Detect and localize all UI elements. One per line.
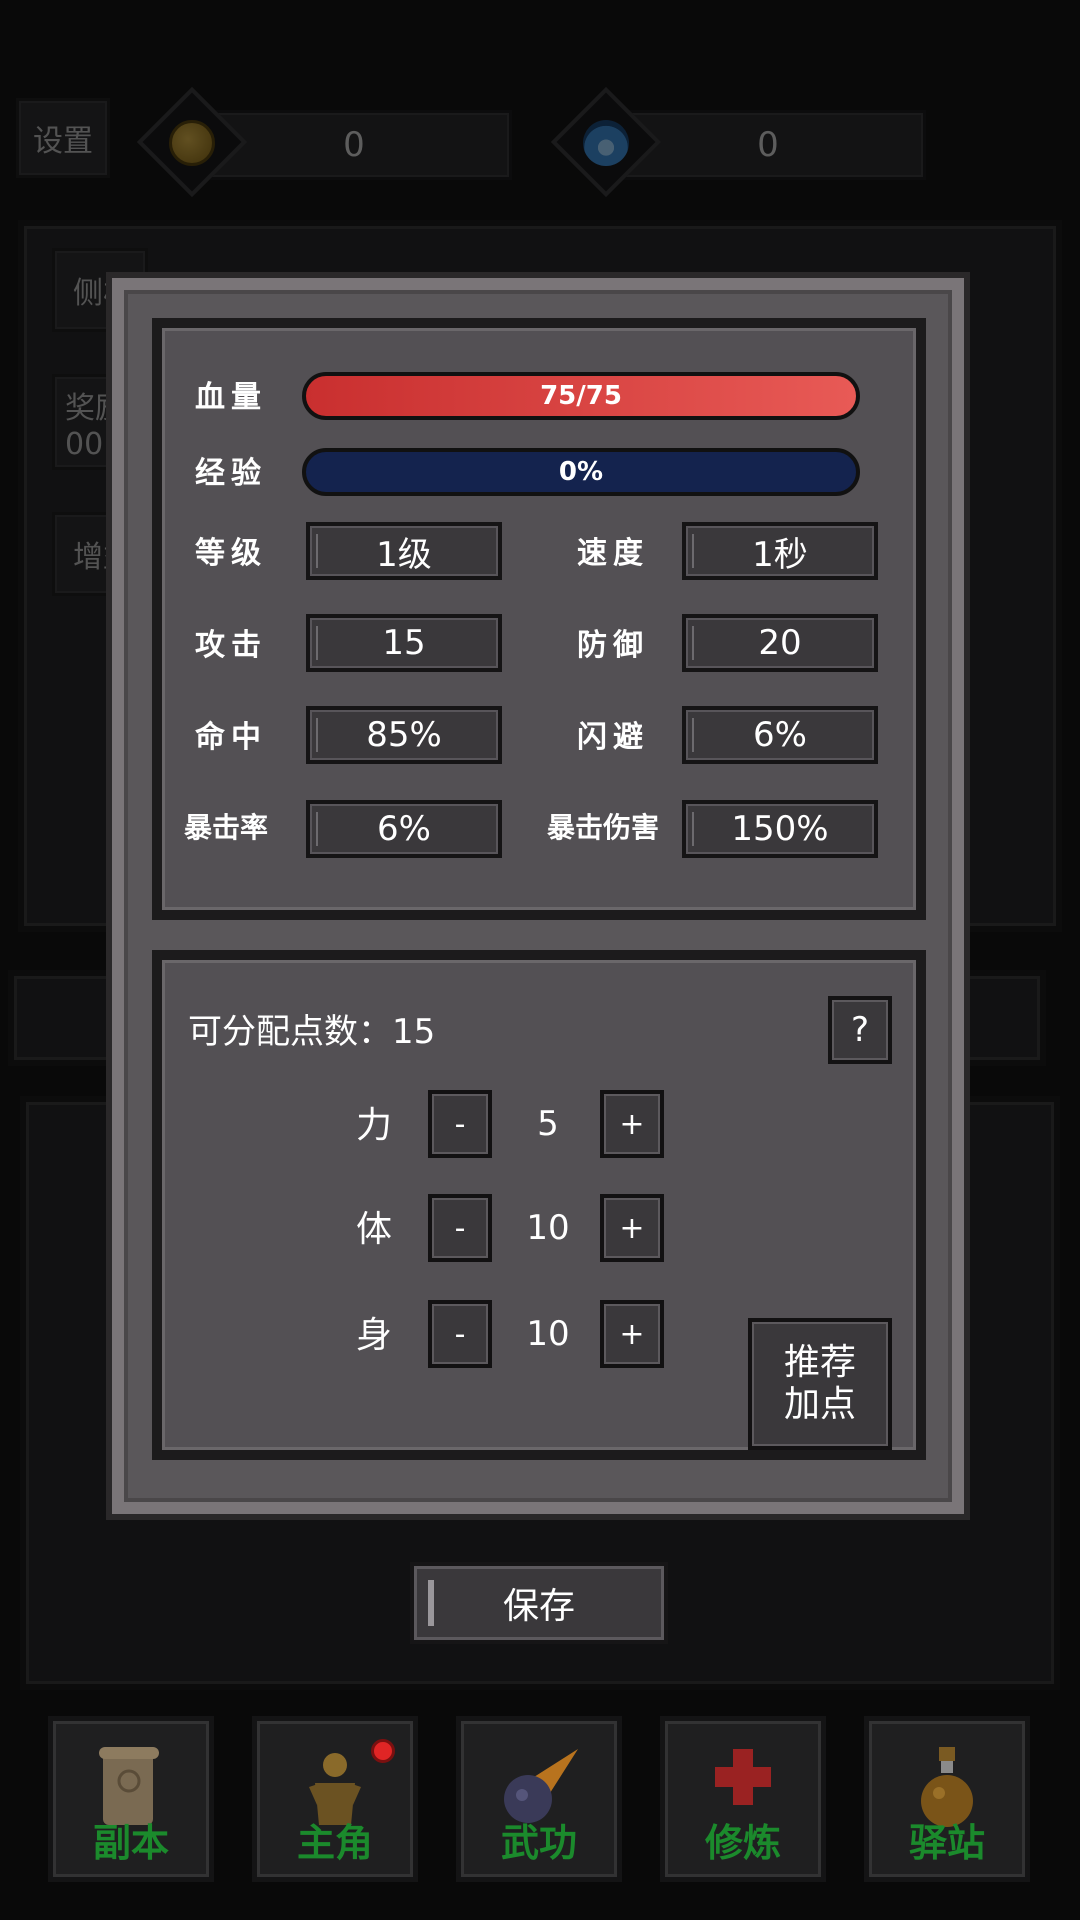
recommend-line-1: 推荐 — [783, 1342, 856, 1383]
save-button[interactable]: 保存 — [410, 1562, 668, 1644]
attack-value: 15 — [306, 614, 502, 672]
notification-badge — [371, 1739, 395, 1763]
recommend-line-2: 加点 — [783, 1384, 856, 1425]
strength-minus-button[interactable]: - — [428, 1090, 492, 1158]
hit-label: 命中 — [195, 720, 267, 755]
body-value: 10 — [526, 1208, 570, 1248]
nav-dungeon-label: 副本 — [92, 1821, 169, 1865]
nav-hero-label: 主角 — [296, 1821, 373, 1865]
level-label: 等级 — [195, 536, 267, 571]
attribute-allocation-panel: 可分配点数：15 ? 力 - 5 + 体 - 10 + 身 - 10 + 推荐 … — [152, 950, 926, 1460]
exp-label: 经验 — [195, 456, 267, 491]
nav-cultivation[interactable]: 修炼 — [660, 1716, 826, 1882]
coin-value: 0 — [343, 125, 365, 165]
agility-plus-button[interactable]: + — [600, 1300, 664, 1368]
nav-hero[interactable]: 主角 — [252, 1716, 418, 1882]
stats-panel: 血量 75/75 经验 0% 等级 1级 速度 1秒 攻击 15 防御 20 命… — [152, 318, 926, 920]
character-stats-dialog: 血量 75/75 经验 0% 等级 1级 速度 1秒 攻击 15 防御 20 命… — [112, 278, 964, 1514]
nav-martial-arts[interactable]: 武功 — [456, 1716, 622, 1882]
nav-post-station-label: 驿站 — [908, 1821, 985, 1865]
available-points: 可分配点数：15 — [188, 1012, 436, 1052]
spirit-flame-icon — [583, 120, 629, 166]
hp-bar: 75/75 — [302, 372, 860, 420]
nav-dungeon[interactable]: 副本 — [48, 1716, 214, 1882]
crit-rate-label: 暴击率 — [183, 811, 268, 844]
settings-button[interactable]: 设置 — [16, 98, 110, 178]
nav-martial-arts-label: 武功 — [500, 1821, 577, 1865]
speed-label: 速度 — [577, 536, 649, 571]
level-value: 1级 — [306, 522, 502, 580]
attr-strength-label: 力 — [356, 1105, 393, 1146]
body-minus-button[interactable]: - — [428, 1194, 492, 1262]
recommend-allocation-button[interactable]: 推荐 加点 — [748, 1318, 892, 1450]
game-screen: 设置 0 0 侧栏 奖励 00:0 增益 血量 75/75 经验 0% 等级 1… — [0, 0, 1080, 1920]
agility-value: 10 — [526, 1314, 570, 1354]
hp-value: 75/75 — [540, 381, 622, 411]
nav-post-station[interactable]: 驿站 — [864, 1716, 1030, 1882]
hit-value: 85% — [306, 706, 502, 764]
spirit-value: 0 — [757, 125, 779, 165]
nav-cultivation-label: 修炼 — [704, 1821, 781, 1865]
save-label: 保存 — [502, 1586, 575, 1627]
defense-label: 防御 — [577, 628, 649, 663]
red-cross-icon — [715, 1749, 771, 1805]
hp-label: 血量 — [195, 380, 267, 415]
speed-value: 1秒 — [682, 522, 878, 580]
dodge-value: 6% — [682, 706, 878, 764]
crit-damage-value: 150% — [682, 800, 878, 858]
coin-icon — [169, 120, 215, 166]
exp-bar: 0% — [302, 448, 860, 496]
dodge-label: 闪避 — [577, 720, 649, 755]
exp-value: 0% — [558, 457, 604, 487]
crit-rate-value: 6% — [306, 800, 502, 858]
attr-body-label: 体 — [356, 1209, 393, 1250]
strength-value: 5 — [537, 1104, 559, 1144]
attack-label: 攻击 — [195, 628, 267, 663]
agility-minus-button[interactable]: - — [428, 1300, 492, 1368]
defense-value: 20 — [682, 614, 878, 672]
strength-plus-button[interactable]: + — [600, 1090, 664, 1158]
help-button[interactable]: ? — [828, 996, 892, 1064]
attr-agility-label: 身 — [356, 1315, 393, 1356]
body-plus-button[interactable]: + — [600, 1194, 664, 1262]
crit-damage-label: 暴击伤害 — [546, 811, 659, 844]
